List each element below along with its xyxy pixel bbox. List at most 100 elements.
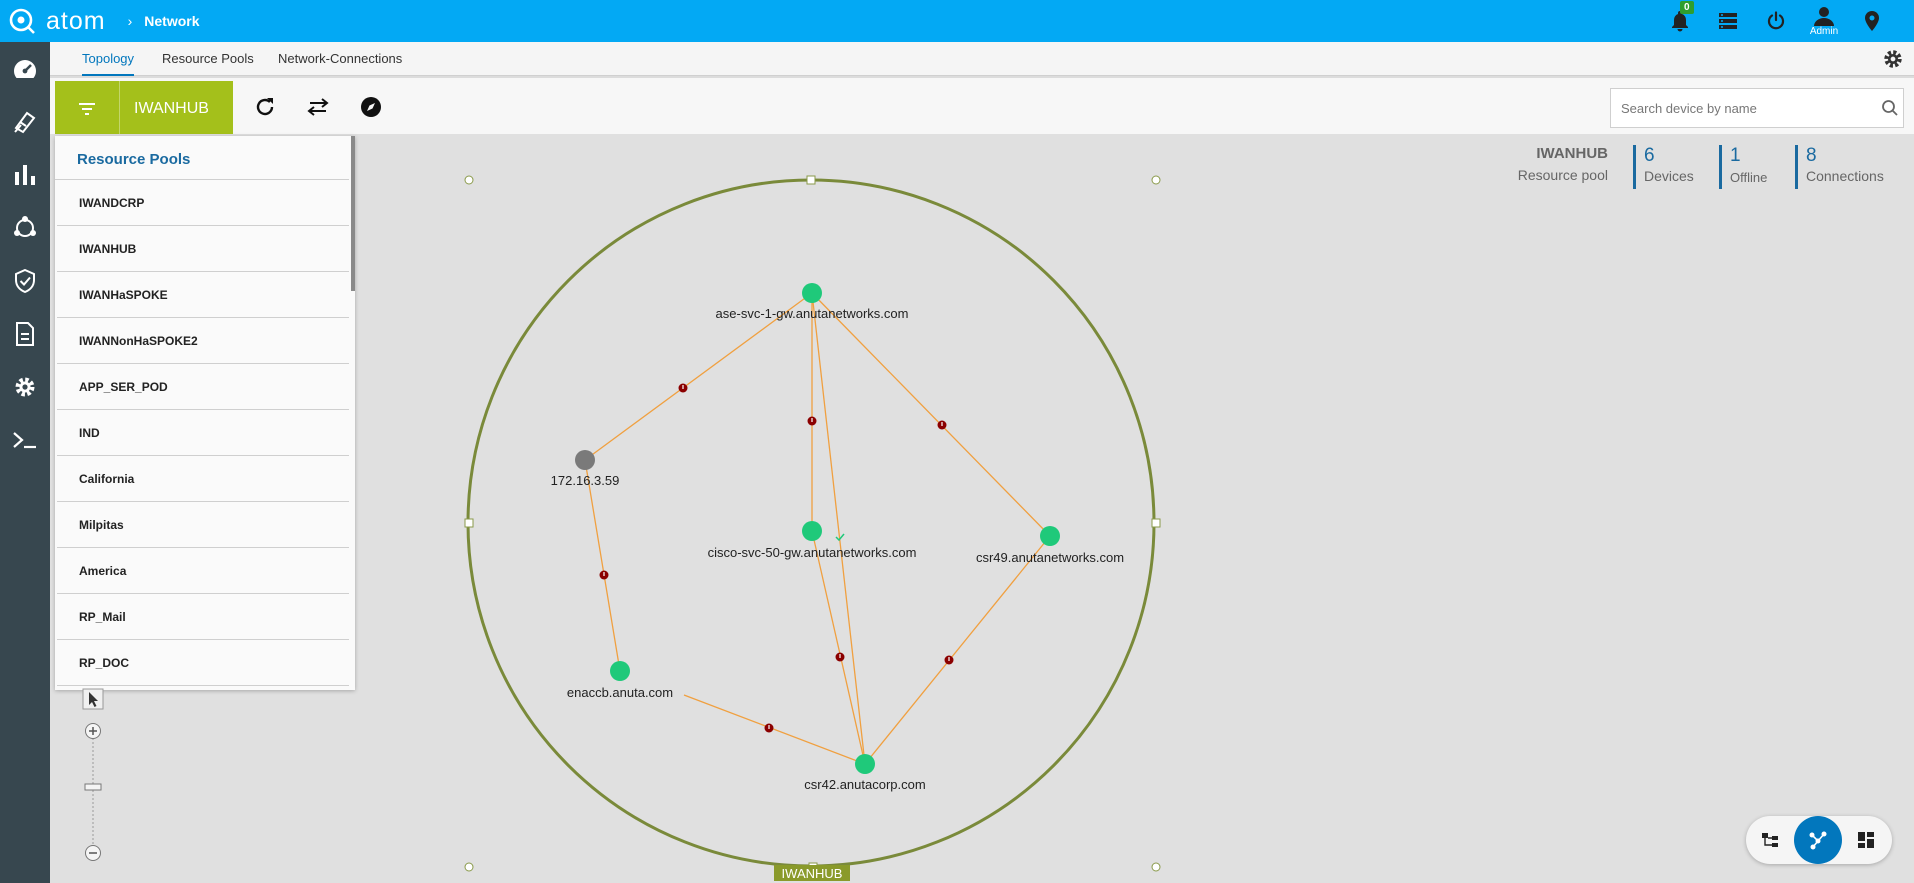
devices-stat[interactable]: 6 Devices — [1633, 145, 1694, 189]
link-ase-csr49 — [811, 292, 1051, 537]
pool-item[interactable]: America — [57, 548, 349, 594]
pool-item[interactable]: IWANDCRP — [57, 180, 349, 226]
pool-item[interactable]: RP_Mail — [57, 594, 349, 640]
document-icon — [16, 321, 34, 346]
resource-pools-title: Resource Pools — [55, 136, 349, 180]
pool-item[interactable]: RP_DOC — [57, 640, 349, 686]
device-node-online — [855, 754, 875, 774]
gear-icon — [1884, 50, 1902, 68]
device-label: cisco-svc-50-gw.anutanetworks.com — [708, 545, 917, 560]
sidebar-item-analytics[interactable] — [0, 148, 50, 201]
node-csr49[interactable]: csr49.anutanetworks.com — [976, 526, 1124, 565]
node-cisco-svc-50-gw[interactable]: cisco-svc-50-gw.anutanetworks.com — [708, 521, 917, 560]
offline-stat[interactable]: 1 Offline — [1719, 145, 1767, 189]
sub-navigation: Topology Resource Pools Network-Connecti… — [50, 42, 1914, 76]
select-tool-button[interactable] — [82, 688, 104, 710]
group-label: IWANHUB — [782, 866, 843, 881]
tree-view-button[interactable] — [1746, 816, 1794, 864]
resource-pools-dropdown[interactable]: Resource Pools IWANDCRP IWANHUB IWANHaSP… — [55, 136, 355, 690]
atom-logo-icon — [9, 8, 35, 34]
topology-view-button[interactable] — [1794, 816, 1842, 864]
hierarchy-icon — [1762, 833, 1778, 847]
device-label: 172.16.3.59 — [551, 473, 620, 488]
tab-topology[interactable]: Topology — [82, 42, 135, 76]
atom-logo[interactable]: atom — [8, 7, 106, 36]
zoom-in-button[interactable] — [85, 723, 101, 739]
tab-resource-pools[interactable]: Resource Pools — [162, 42, 254, 76]
sidebar-item-terminal[interactable] — [0, 413, 50, 466]
pool-stats: IWANHUB Resource pool 6 Devices 1 Offlin… — [1500, 145, 1914, 195]
pool-item[interactable]: Milpitas — [57, 502, 349, 548]
pool-summary-subtitle: Resource pool — [1517, 167, 1608, 183]
link-172-enaccb — [584, 459, 621, 672]
pool-item[interactable]: IWANHUB — [57, 226, 349, 272]
location-button[interactable] — [1848, 0, 1896, 42]
search-icon — [1882, 100, 1898, 116]
sidebar-item-settings[interactable] — [0, 360, 50, 413]
device-label: csr42.anutacorp.com — [804, 777, 925, 792]
search-button[interactable] — [1881, 99, 1899, 122]
network-icon — [14, 215, 36, 237]
pool-item[interactable]: IWANNonHaSPOKE2 — [57, 318, 349, 364]
devices-count: 6 — [1644, 145, 1655, 166]
power-button[interactable] — [1752, 0, 1800, 42]
connections-stat[interactable]: 8 Connections — [1795, 145, 1884, 189]
breadcrumb-separator: › — [127, 13, 133, 29]
dropdown-scrollbar[interactable] — [351, 136, 355, 291]
device-label: csr49.anutanetworks.com — [976, 550, 1124, 565]
device-node-online — [802, 283, 822, 303]
link-cisco-csr42 — [811, 530, 866, 765]
offline-count: 1 — [1730, 145, 1741, 166]
zoom-controls — [82, 688, 104, 863]
topology-graph-icon — [1809, 831, 1827, 850]
node-enaccb[interactable]: enaccb.anuta.com — [567, 661, 673, 700]
terminal-icon — [13, 431, 36, 448]
analytics-icon — [15, 164, 35, 185]
refresh-icon — [256, 98, 274, 116]
dashboard-view-button[interactable] — [1842, 816, 1890, 864]
sidebar-item-devices[interactable] — [0, 95, 50, 148]
compass-icon — [361, 97, 381, 117]
pool-item[interactable]: California — [57, 456, 349, 502]
sidebar-item-security[interactable] — [0, 254, 50, 307]
search-input[interactable] — [1611, 100, 1861, 116]
pool-item[interactable]: APP_SER_POD — [57, 364, 349, 410]
refresh-button[interactable] — [251, 93, 279, 121]
pool-summary: IWANHUB Resource pool — [1518, 145, 1608, 183]
connections-count: 8 — [1806, 145, 1817, 166]
swap-button[interactable] — [304, 93, 332, 121]
shield-check-icon — [15, 268, 35, 293]
selected-pool-name: IWANHUB — [134, 99, 209, 117]
pool-item[interactable]: IND — [57, 410, 349, 456]
compass-button[interactable] — [357, 93, 385, 121]
device-node-offline — [575, 450, 595, 470]
app-name: atom — [46, 6, 106, 35]
topology-settings-button[interactable] — [1882, 48, 1904, 75]
node-csr42[interactable]: csr42.anutacorp.com — [804, 754, 926, 792]
filter-icon — [79, 102, 95, 115]
pool-summary-name: IWANHUB — [1536, 145, 1608, 162]
sidebar-item-dashboard[interactable] — [0, 42, 50, 95]
sidebar-item-documents[interactable] — [0, 307, 50, 360]
topology-toolbar: IWANHUB — [50, 76, 1914, 136]
zoom-slider-handle[interactable] — [84, 783, 102, 791]
tab-network-connections[interactable]: Network-Connections — [278, 42, 402, 76]
pool-item[interactable]: IWANHaSPOKE — [57, 272, 349, 318]
notifications-button[interactable]: 0 — [1656, 0, 1704, 42]
admin-menu[interactable]: Admin — [1800, 0, 1848, 42]
server-list-button[interactable] — [1704, 0, 1752, 42]
device-label: enaccb.anuta.com — [567, 685, 673, 700]
top-bar: atom › Network 0 Admin — [0, 0, 1914, 42]
server-icon — [1719, 13, 1737, 29]
device-node-online — [610, 661, 630, 681]
devices-label: Devices — [1644, 168, 1694, 184]
zoom-out-button[interactable] — [85, 845, 101, 861]
node-ase-svc-1-gw[interactable]: ase-svc-1-gw.anutanetworks.com — [716, 283, 909, 321]
node-172-16-3-59[interactable]: 172.16.3.59 — [551, 450, 620, 488]
power-icon — [1767, 11, 1785, 30]
device-search[interactable] — [1610, 88, 1904, 128]
filter-button[interactable] — [55, 81, 120, 136]
resource-pool-selector[interactable]: IWANHUB — [55, 81, 233, 136]
sidebar-item-network[interactable] — [0, 201, 50, 254]
link-csr49-csr42 — [864, 535, 1051, 765]
